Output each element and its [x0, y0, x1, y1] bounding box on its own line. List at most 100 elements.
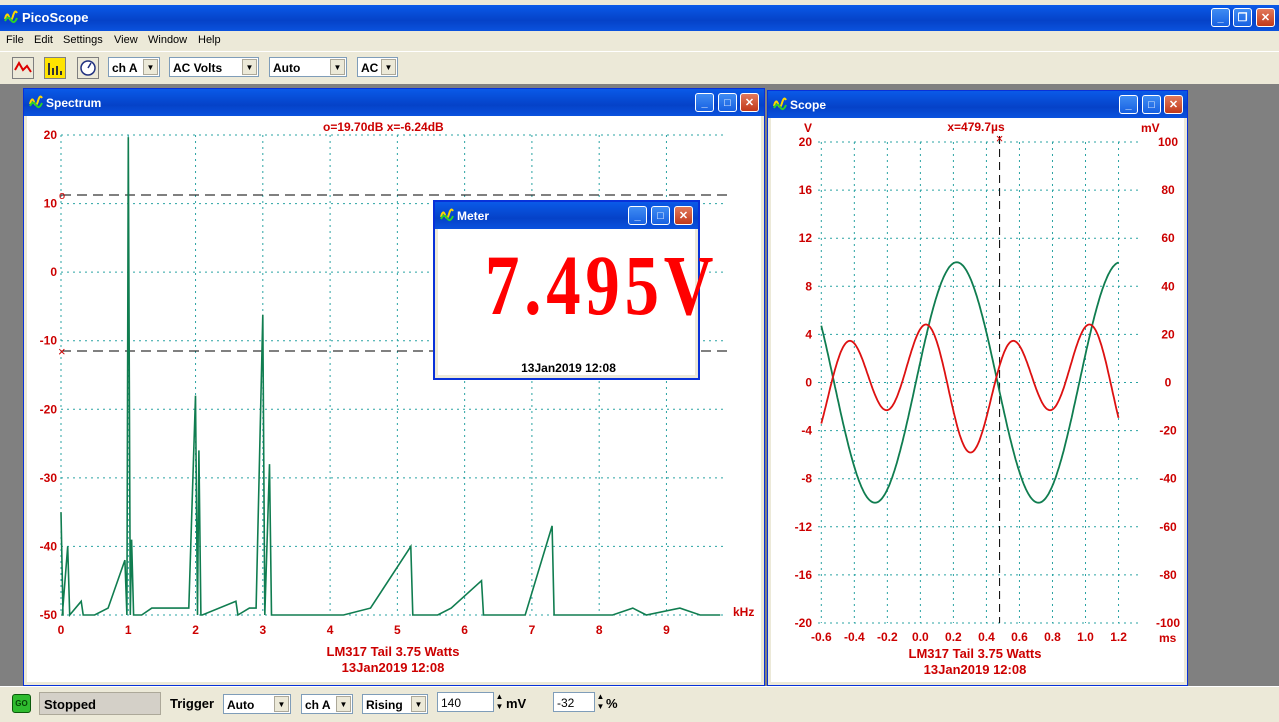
right-tick-label: -60: [1159, 520, 1177, 534]
minimize-button[interactable]: _: [1119, 95, 1138, 114]
spectrum-window-titlebar: Spectrum _ □ ✕: [24, 89, 764, 116]
meter-value: 7.495V: [485, 237, 719, 333]
y-tick-label: 20: [44, 128, 58, 142]
y-tick-label: 0: [50, 265, 57, 279]
status-bar: GO Stopped Trigger Auto ▼ ch A ▼ Rising …: [0, 686, 1279, 722]
chevron-down-icon: ▼: [336, 696, 351, 712]
delay-unit: %: [606, 696, 618, 711]
marker-x-label: ×: [58, 344, 66, 359]
meter-date: 13Jan2019 12:08: [521, 361, 616, 375]
range-select[interactable]: Auto ▼: [269, 57, 347, 77]
scope-caption: LM317 Tail 3.75 Watts: [909, 646, 1042, 661]
scope-readout: x=479.7µs: [947, 120, 1005, 134]
channel-select[interactable]: ch A ▼: [108, 57, 160, 77]
close-button[interactable]: ✕: [674, 206, 693, 225]
y-tick-label: 10: [44, 197, 58, 211]
right-tick-label: -20: [1159, 424, 1177, 438]
picoscope-icon: [773, 97, 787, 111]
left-tick-label: -16: [795, 568, 813, 582]
x-tick-label: 8: [596, 623, 603, 637]
x-tick-label: 5: [394, 623, 401, 637]
trigger-edge-select[interactable]: Rising ▼: [362, 694, 428, 714]
minimize-button[interactable]: _: [1211, 8, 1230, 27]
y-tick-label: -40: [40, 539, 58, 553]
x-tick-label: 1.2: [1110, 630, 1127, 644]
left-tick-label: 16: [799, 183, 813, 197]
scope-window: Scope _ □ ✕ 20 16 12 8 4 0 -4 -8 -12 -16 -20 100 80…: [767, 90, 1188, 686]
scope-view-icon[interactable]: [12, 57, 34, 79]
scope-trace-millivolts: [820, 323, 1120, 454]
x-tick-label: 9: [663, 623, 670, 637]
spectrum-date: 13Jan2019 12:08: [342, 660, 445, 675]
waveform-icon: [14, 59, 32, 77]
menu-window[interactable]: Window: [148, 34, 187, 46]
maximize-button[interactable]: □: [651, 206, 670, 225]
x-tick-label: 3: [259, 623, 266, 637]
maximize-button[interactable]: □: [718, 93, 737, 112]
menu-bar: File Edit Settings View Window Help: [0, 31, 1279, 50]
y-tick-label: -20: [40, 402, 58, 416]
x-unit-label: ms: [1159, 631, 1177, 645]
close-button[interactable]: ✕: [1164, 95, 1183, 114]
minimize-button[interactable]: _: [628, 206, 647, 225]
left-tick-label: 4: [805, 327, 812, 341]
x-tick-label: 6: [461, 623, 468, 637]
meter-view-icon[interactable]: [77, 57, 99, 79]
trigger-mode-select[interactable]: Auto ▼: [223, 694, 291, 714]
chevron-down-icon: ▼: [381, 59, 396, 75]
spectrum-view-icon[interactable]: [44, 57, 66, 79]
left-tick-label: 12: [799, 231, 813, 245]
menu-file[interactable]: File: [6, 34, 24, 46]
chevron-down-icon: ▼: [411, 696, 426, 712]
restore-button[interactable]: ❐: [1233, 8, 1252, 27]
mode-select[interactable]: AC Volts ▼: [169, 57, 259, 77]
scope-plot-area: 20 16 12 8 4 0 -4 -8 -12 -16 -20 100 80 60 40 20 0 -20 -4…: [771, 118, 1184, 682]
right-tick-label: -80: [1159, 568, 1177, 582]
left-tick-label: -4: [801, 424, 812, 438]
trigger-delay-input[interactable]: -32: [553, 692, 595, 712]
y-tick-label: -30: [40, 471, 58, 485]
coupling-select[interactable]: AC ▼: [357, 57, 398, 77]
delay-spinner[interactable]: ▲ ▼: [595, 692, 606, 714]
close-button[interactable]: ✕: [740, 93, 759, 112]
menu-help[interactable]: Help: [198, 34, 221, 46]
spectrum-caption: LM317 Tail 3.75 Watts: [327, 644, 460, 659]
spectrum-window: Spectrum _ □ ✕ 20 10 0 -10 -20 -30 -40 -50 0 1 2 3…: [23, 88, 765, 686]
scope-chart[interactable]: 201612840-4-8-12-16-20 100806040200-20-4…: [771, 118, 1186, 684]
menu-edit[interactable]: Edit: [34, 34, 53, 46]
chevron-down-icon: ▼: [330, 59, 345, 75]
trigger-label: Trigger: [170, 696, 215, 711]
toolbar: ch A ▼ AC Volts ▼ Auto ▼ AC ▼: [0, 51, 1279, 85]
x-tick-label: 0.8: [1044, 630, 1061, 644]
picoscope-icon: [29, 95, 43, 109]
menu-settings[interactable]: Settings: [63, 34, 103, 46]
scope-date: 13Jan2019 12:08: [924, 662, 1027, 677]
trigger-channel-select[interactable]: ch A ▼: [301, 694, 353, 714]
close-button[interactable]: ✕: [1256, 8, 1275, 27]
scope-window-titlebar: Scope _ □ ✕: [768, 91, 1187, 118]
chevron-down-icon: ▼: [274, 696, 289, 712]
level-spinner[interactable]: ▲ ▼: [494, 692, 505, 714]
x-tick-label: 0.6: [1011, 630, 1028, 644]
maximize-button[interactable]: □: [1142, 95, 1161, 114]
go-button[interactable]: GO: [12, 694, 31, 713]
right-tick-label: -40: [1159, 472, 1177, 486]
chevron-down-icon: ▼: [143, 59, 158, 75]
menu-view[interactable]: View: [114, 34, 138, 46]
left-tick-label: -20: [795, 616, 813, 630]
level-unit: mV: [506, 696, 527, 711]
right-tick-label: 0: [1165, 376, 1172, 390]
right-tick-label: 60: [1161, 231, 1175, 245]
trigger-level-input[interactable]: 140: [437, 692, 494, 712]
x-tick-label: -0.6: [811, 630, 832, 644]
left-tick-label: -12: [795, 520, 813, 534]
x-tick-label: 0.4: [978, 630, 995, 644]
x-tick-label: 0.0: [912, 630, 929, 644]
left-axis-unit: V: [804, 121, 812, 135]
minimize-button[interactable]: _: [695, 93, 714, 112]
meter-window: Meter _ □ ✕ 7.495V 13Jan2019 12:08: [433, 200, 713, 380]
right-tick-label: 40: [1161, 279, 1175, 293]
state-panel: Stopped: [39, 692, 161, 715]
x-unit-label: kHz: [733, 605, 754, 619]
app-title-bar: PicoScope _ ❐ ✕: [0, 5, 1279, 31]
